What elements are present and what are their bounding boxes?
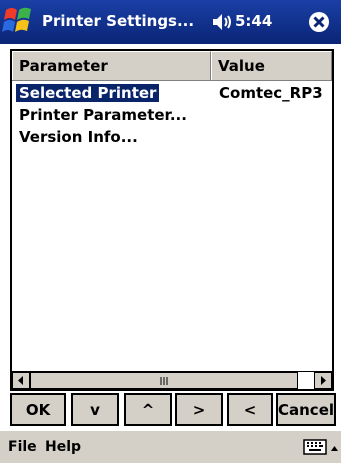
button-row: OK v ^ > < Cancel: [0, 393, 341, 427]
menu-file[interactable]: File: [8, 439, 37, 455]
parameter-list[interactable]: Parameter Value Selected Printer Comtec_…: [10, 49, 334, 391]
cancel-button[interactable]: Cancel: [276, 393, 336, 426]
close-icon[interactable]: [308, 11, 330, 33]
keyboard-icon[interactable]: [303, 438, 327, 456]
move-up-button[interactable]: ^: [124, 393, 172, 426]
list-item[interactable]: Selected Printer Comtec_RP3: [12, 82, 332, 104]
speaker-icon[interactable]: [211, 12, 233, 32]
chevron-right-icon: [321, 376, 326, 385]
grip-icon: [160, 376, 168, 385]
cell-parameter: Selected Printer: [16, 84, 160, 102]
horizontal-scrollbar[interactable]: [12, 371, 332, 389]
column-header-parameter[interactable]: Parameter: [12, 51, 211, 80]
list-header: Parameter Value: [12, 51, 332, 81]
move-left-button[interactable]: <: [227, 393, 273, 426]
scroll-thumb[interactable]: [30, 372, 298, 389]
scroll-left-button[interactable]: [12, 372, 30, 389]
move-right-button[interactable]: >: [175, 393, 223, 426]
chevron-left-icon: [18, 376, 23, 385]
list-item[interactable]: Printer Parameter...: [12, 104, 332, 126]
cell-parameter: Version Info...: [19, 128, 138, 146]
column-header-value[interactable]: Value: [211, 51, 332, 80]
scroll-right-button[interactable]: [314, 372, 332, 389]
window-title: Printer Settings...: [42, 12, 195, 30]
menu-help[interactable]: Help: [45, 439, 81, 455]
windows-flag-icon[interactable]: [2, 2, 36, 40]
move-down-button[interactable]: v: [71, 393, 119, 426]
menu-bar: File Help: [0, 430, 341, 463]
cell-parameter: Printer Parameter...: [19, 106, 187, 124]
list-item[interactable]: Version Info...: [12, 126, 332, 148]
list-rows: Selected Printer Comtec_RP3 Printer Para…: [12, 82, 332, 148]
cell-value: Comtec_RP3: [219, 84, 323, 102]
title-bar: Printer Settings... 5:44: [0, 0, 341, 44]
ok-button[interactable]: OK: [10, 393, 66, 426]
clock[interactable]: 5:44: [235, 12, 272, 30]
up-arrow-icon[interactable]: [330, 440, 339, 452]
